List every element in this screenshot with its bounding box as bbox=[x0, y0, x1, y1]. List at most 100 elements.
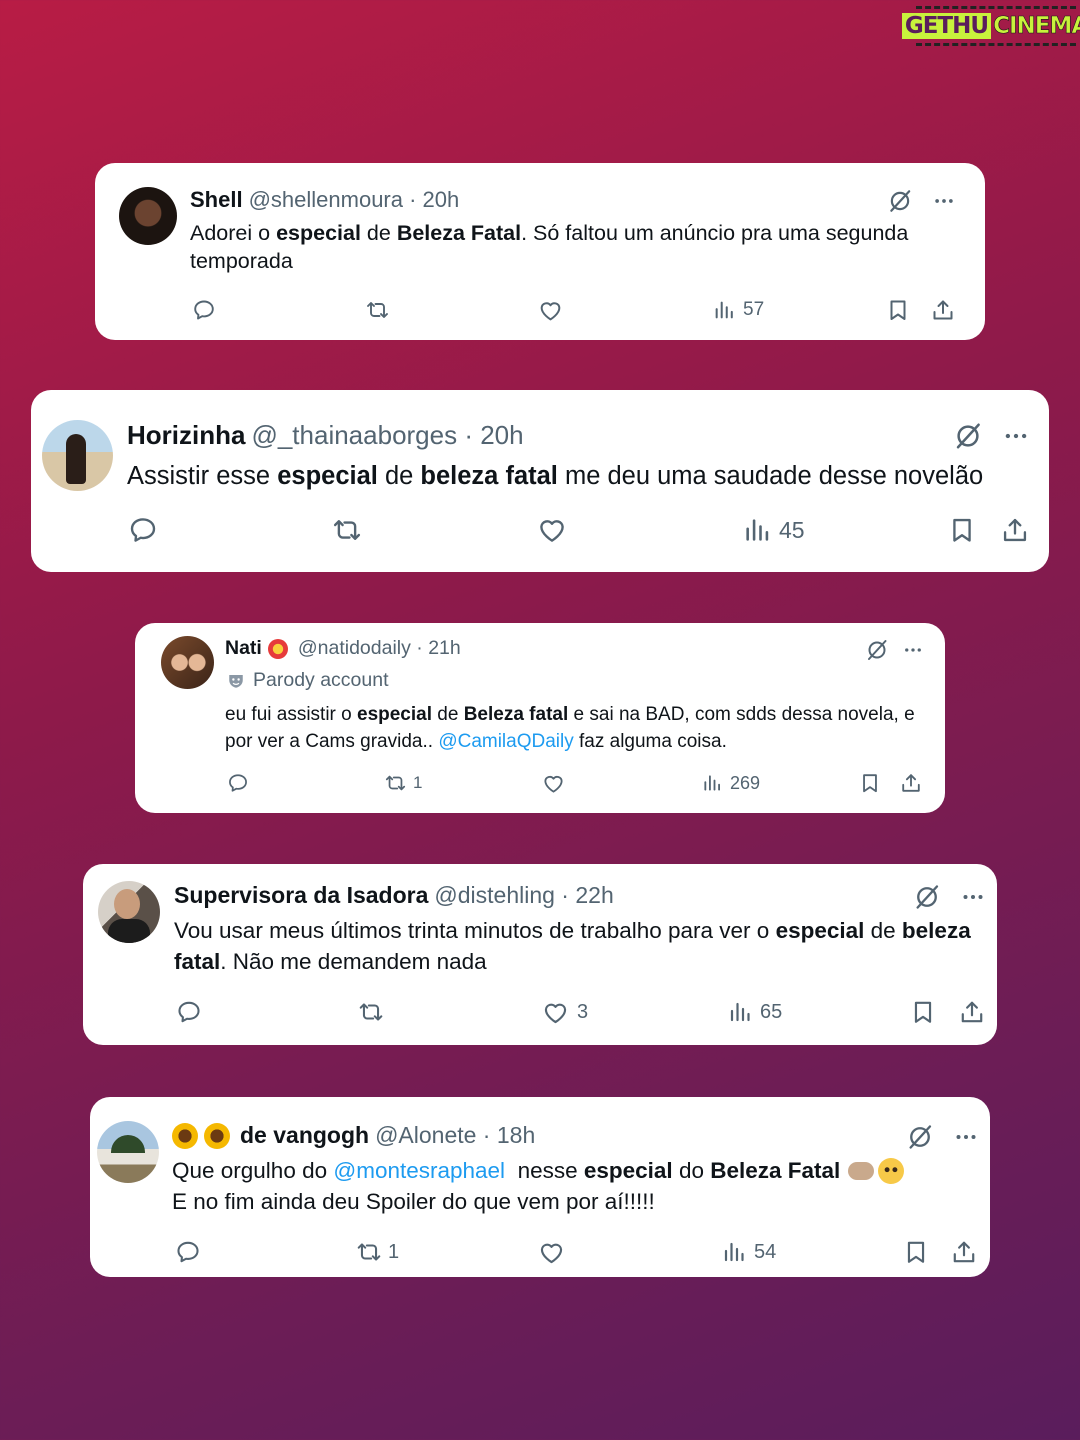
share-icon bbox=[1001, 514, 1029, 546]
bookmark-icon bbox=[910, 998, 936, 1026]
avatar[interactable] bbox=[161, 636, 214, 689]
share-button[interactable] bbox=[951, 1238, 977, 1266]
views-icon bbox=[713, 298, 735, 322]
watermark-part2: CINEMA bbox=[993, 13, 1080, 40]
tweet-card[interactable]: Shell @shellenmoura · 20h Adorei o espec… bbox=[95, 163, 985, 340]
retweet-icon bbox=[354, 1239, 384, 1265]
retweet-button[interactable] bbox=[364, 298, 391, 322]
reply-button[interactable] bbox=[175, 1239, 201, 1265]
like-button[interactable] bbox=[542, 772, 565, 795]
tweet-card[interactable]: de vangogh @Alonete · 18h Que orgulho do… bbox=[90, 1097, 990, 1277]
reply-icon bbox=[128, 515, 158, 545]
retweet-button[interactable] bbox=[330, 515, 364, 545]
author-name[interactable]: Horizinha bbox=[127, 420, 245, 451]
grok-icon[interactable] bbox=[887, 188, 913, 214]
like-icon bbox=[542, 772, 565, 795]
share-icon bbox=[959, 998, 985, 1026]
share-button[interactable] bbox=[900, 771, 922, 795]
author-handle-time[interactable]: @Alonete · 18h bbox=[375, 1122, 535, 1149]
retweet-icon bbox=[356, 999, 386, 1025]
more-icon[interactable] bbox=[903, 640, 923, 660]
avatar[interactable] bbox=[42, 420, 113, 491]
share-button[interactable] bbox=[959, 998, 985, 1026]
tweet-card[interactable]: Supervisora da Isadora @distehling · 22h… bbox=[83, 864, 997, 1045]
reply-button[interactable] bbox=[227, 772, 249, 794]
grok-icon[interactable] bbox=[953, 421, 983, 451]
bookmark-button[interactable] bbox=[859, 771, 881, 795]
tweet-card[interactable]: Horizinha @_thainaaborges · 20h Assistir… bbox=[31, 390, 1049, 572]
avatar[interactable] bbox=[97, 1121, 159, 1183]
like-button[interactable]: 3 bbox=[542, 999, 588, 1026]
views-button[interactable]: 54 bbox=[722, 1239, 776, 1265]
sunflower-emoji bbox=[172, 1122, 198, 1149]
parody-label: Parody account bbox=[227, 669, 389, 692]
bookmark-button[interactable] bbox=[948, 514, 976, 546]
retweet-icon bbox=[330, 515, 364, 545]
like-button[interactable] bbox=[538, 1239, 565, 1266]
share-icon bbox=[951, 1238, 977, 1266]
more-icon[interactable] bbox=[1003, 423, 1029, 449]
watermark-logo: GETHU CINEMA bbox=[901, 6, 1080, 46]
mention-link[interactable]: @montesraphael bbox=[333, 1156, 505, 1187]
like-icon bbox=[542, 999, 569, 1026]
reply-button[interactable] bbox=[128, 515, 158, 545]
reply-button[interactable] bbox=[192, 298, 216, 322]
share-button[interactable] bbox=[1001, 514, 1029, 546]
tweet-card[interactable]: Nati @natidodaily · 21h Parody account e… bbox=[135, 623, 945, 813]
more-icon[interactable] bbox=[933, 190, 955, 212]
views-count: 45 bbox=[779, 516, 805, 543]
bookmark-button[interactable] bbox=[903, 1238, 929, 1266]
author-name[interactable]: Nati bbox=[225, 637, 262, 660]
retweet-button[interactable]: 1 bbox=[354, 1239, 399, 1265]
author-handle-time[interactable]: @natidodaily · 21h bbox=[298, 637, 461, 660]
views-icon bbox=[702, 772, 722, 794]
author-name[interactable]: de vangogh bbox=[240, 1122, 369, 1149]
reply-button[interactable] bbox=[176, 999, 202, 1025]
grok-icon[interactable] bbox=[906, 1123, 934, 1151]
like-button[interactable] bbox=[537, 515, 567, 545]
reply-icon bbox=[175, 1239, 201, 1265]
parody-text: Parody account bbox=[253, 669, 389, 691]
more-icon[interactable] bbox=[961, 885, 985, 909]
retweet-icon bbox=[364, 298, 391, 322]
bookmark-button[interactable] bbox=[910, 998, 936, 1026]
retweet-count: 1 bbox=[388, 1240, 400, 1263]
retweet-button[interactable] bbox=[356, 999, 386, 1025]
mask-icon bbox=[229, 674, 243, 688]
retweet-button[interactable]: 1 bbox=[383, 772, 422, 794]
views-button[interactable]: 65 bbox=[728, 999, 782, 1025]
avatar[interactable] bbox=[98, 881, 160, 943]
reply-icon bbox=[227, 772, 249, 794]
share-button[interactable] bbox=[931, 297, 955, 323]
views-button[interactable]: 57 bbox=[713, 298, 764, 322]
avatar[interactable] bbox=[119, 187, 177, 245]
author-handle-time[interactable]: @_thainaaborges · 20h bbox=[251, 420, 523, 451]
bookmark-icon bbox=[859, 771, 881, 795]
grok-icon[interactable] bbox=[865, 638, 889, 662]
retweet-icon bbox=[383, 772, 408, 794]
mention-link[interactable]: @CamilaQDaily bbox=[438, 731, 573, 752]
author-name[interactable]: Supervisora da Isadora bbox=[174, 882, 428, 909]
bookmark-button[interactable] bbox=[886, 297, 910, 323]
author-name[interactable]: Shell bbox=[190, 187, 243, 213]
bookmark-icon bbox=[886, 297, 910, 323]
grok-icon[interactable] bbox=[913, 883, 941, 911]
bookmark-icon bbox=[903, 1238, 929, 1266]
views-button[interactable]: 269 bbox=[702, 772, 760, 794]
author-handle-time[interactable]: @distehling · 22h bbox=[434, 882, 613, 909]
share-icon bbox=[900, 771, 922, 795]
views-count: 57 bbox=[743, 299, 765, 320]
views-count: 65 bbox=[760, 1000, 783, 1023]
views-icon bbox=[722, 1239, 746, 1265]
like-count: 3 bbox=[577, 1001, 589, 1023]
views-button[interactable]: 45 bbox=[743, 515, 805, 545]
like-button[interactable] bbox=[538, 298, 563, 323]
tweet-text: Vou usar meus últimos trinta minutos de … bbox=[174, 918, 971, 974]
views-icon bbox=[728, 999, 752, 1025]
views-icon bbox=[743, 515, 771, 545]
author-handle-time[interactable]: @shellenmoura · 20h bbox=[249, 187, 460, 213]
views-count: 54 bbox=[754, 1240, 777, 1263]
retweet-count: 1 bbox=[413, 773, 423, 792]
tweet-text: eu fui assistir o especial de Beleza fat… bbox=[225, 704, 915, 753]
more-icon[interactable] bbox=[954, 1125, 978, 1149]
